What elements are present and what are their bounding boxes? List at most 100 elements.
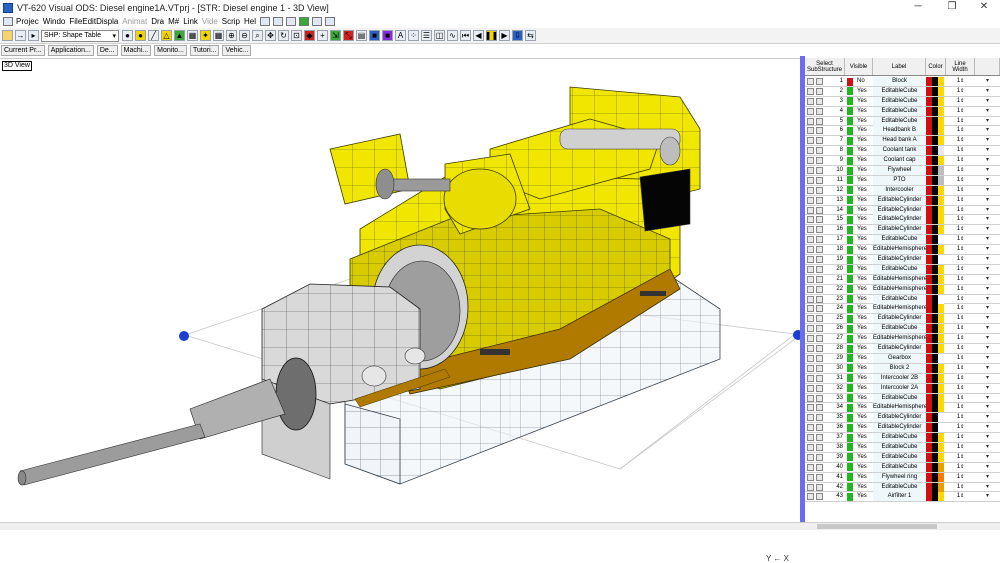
select-cell[interactable]: 36 [805,423,845,432]
visible-cell[interactable]: Yes [845,384,873,393]
label-cell[interactable]: EditableHemisphere [873,245,926,255]
select-checkbox-2[interactable] [816,315,823,323]
chevron-down-icon[interactable]: ▾ [986,117,989,126]
color-cell[interactable] [926,86,946,96]
select-checkbox[interactable] [807,87,814,95]
spin-icon[interactable]: ⇕ [960,176,964,185]
menu-file-edit[interactable]: FileEdit [69,17,96,26]
visible-value[interactable]: Yes [857,314,867,323]
visible-cell[interactable]: Yes [845,483,873,492]
table-row[interactable]: 16 Yes EditableCylinder 1⇕ ▾ [805,225,1000,236]
visible-cell[interactable]: Yes [845,374,873,383]
select-checkbox[interactable] [807,453,814,461]
line-icon[interactable]: ╱ [148,30,159,41]
color-cell[interactable] [926,274,946,284]
line-width-cell[interactable]: 1⇕ [946,156,975,165]
menu-script[interactable]: Scrip [222,17,240,26]
spin-icon[interactable]: ⇕ [960,225,964,234]
dropdown-cell[interactable]: ▾ [975,107,1000,116]
label-cell[interactable]: EditableCube [873,482,926,492]
select-checkbox[interactable] [807,493,814,501]
line-width-cell[interactable]: 1⇕ [946,324,975,333]
select-checkbox[interactable] [807,167,814,175]
spin-icon[interactable]: ⇕ [960,324,964,333]
visible-value[interactable]: Yes [857,403,867,412]
spin-icon[interactable]: ⇕ [960,413,964,422]
spin-icon[interactable]: ⇕ [960,473,964,482]
dropdown-cell[interactable]: ▾ [975,423,1000,432]
table-row[interactable]: 38 Yes EditableCube 1⇕ ▾ [805,442,1000,453]
visible-value[interactable]: Yes [857,156,867,165]
select-cell[interactable]: 21 [805,275,845,284]
chevron-down-icon[interactable]: ▾ [986,403,989,412]
transfer-icon[interactable]: ⇆ [525,30,536,41]
triangle-green-icon[interactable]: ▲ [174,30,185,41]
chevron-down-icon[interactable]: ▾ [986,225,989,234]
visible-cell[interactable]: Yes [845,394,873,403]
select-cell[interactable]: 10 [805,166,845,175]
table-row[interactable]: 11 Yes PTO 1⇕ ▾ [805,175,1000,186]
select-cell[interactable]: 2 [805,87,845,96]
wave-icon[interactable]: ∿ [447,30,458,41]
menu-video[interactable]: Vide [202,17,218,26]
label-cell[interactable]: EditableHemisphere [873,304,926,314]
select-checkbox[interactable] [807,137,814,145]
zoom-out-icon[interactable]: ⊖ [239,30,250,41]
spin-icon[interactable]: ⇕ [960,136,964,145]
visible-value[interactable]: Yes [857,136,867,145]
menu-window[interactable]: Windo [43,17,66,26]
chevron-down-icon[interactable]: ▾ [986,453,989,462]
visible-cell[interactable]: Yes [845,136,873,145]
label-cell[interactable]: Coolant tank [873,146,926,156]
visible-value[interactable]: Yes [857,107,867,116]
chevron-down-icon[interactable]: ▾ [986,107,989,116]
visible-cell[interactable]: Yes [845,245,873,254]
select-checkbox-2[interactable] [816,453,823,461]
select-checkbox[interactable] [807,97,814,105]
grid-icon[interactable]: ▦ [213,30,224,41]
select-checkbox-2[interactable] [816,167,823,175]
select-cell[interactable]: 1 [805,77,845,86]
select-checkbox-2[interactable] [816,78,823,85]
table-row[interactable]: 4 Yes EditableCube 1⇕ ▾ [805,106,1000,117]
dropdown-cell[interactable]: ▾ [975,413,1000,422]
dropdown-cell[interactable]: ▾ [975,196,1000,205]
tab-vehicle[interactable]: Vehic... [222,44,252,56]
close-button[interactable]: ✕ [970,0,998,15]
select-checkbox[interactable] [807,186,814,194]
color-cell[interactable] [926,334,946,344]
export-icon[interactable]: ⇩ [512,30,523,41]
spin-icon[interactable]: ⇕ [960,483,964,492]
color-cell[interactable] [926,77,946,86]
line-width-cell[interactable]: 1⇕ [946,492,975,501]
visible-value[interactable]: Yes [857,324,867,333]
select-checkbox-2[interactable] [816,107,823,115]
label-cell[interactable]: Intercooler 2B [873,373,926,383]
select-checkbox[interactable] [807,424,814,432]
visible-cell[interactable]: Yes [845,225,873,234]
dropdown-cell[interactable]: ▾ [975,245,1000,254]
chevron-down-icon[interactable]: ▾ [986,483,989,492]
line-width-cell[interactable]: 1⇕ [946,443,975,452]
visible-cell[interactable]: Yes [845,97,873,106]
header-label[interactable]: Label [873,58,926,75]
label-cell[interactable]: Intercooler [873,185,926,195]
chevron-down-icon[interactable]: ▾ [986,364,989,373]
label-cell[interactable]: EditableCube [873,452,926,462]
line-width-cell[interactable]: 1⇕ [946,344,975,353]
line-width-cell[interactable]: 1⇕ [946,186,975,195]
visible-cell[interactable]: Yes [845,344,873,353]
save-icon[interactable] [260,17,271,26]
spin-icon[interactable]: ⇕ [960,97,964,106]
visible-cell[interactable]: Yes [845,403,873,412]
label-cell[interactable]: EditableHemisphere [873,284,926,294]
select-checkbox-2[interactable] [816,216,823,224]
visible-cell[interactable]: Yes [845,196,873,205]
label-cell[interactable]: Block 2 [873,363,926,373]
color-cell[interactable] [926,136,946,146]
minimize-button[interactable]: ─ [904,0,932,15]
spin-icon[interactable]: ⇕ [960,403,964,412]
select-cell[interactable]: 9 [805,156,845,165]
visible-value[interactable]: Yes [857,235,867,244]
line-width-cell[interactable]: 1⇕ [946,374,975,383]
